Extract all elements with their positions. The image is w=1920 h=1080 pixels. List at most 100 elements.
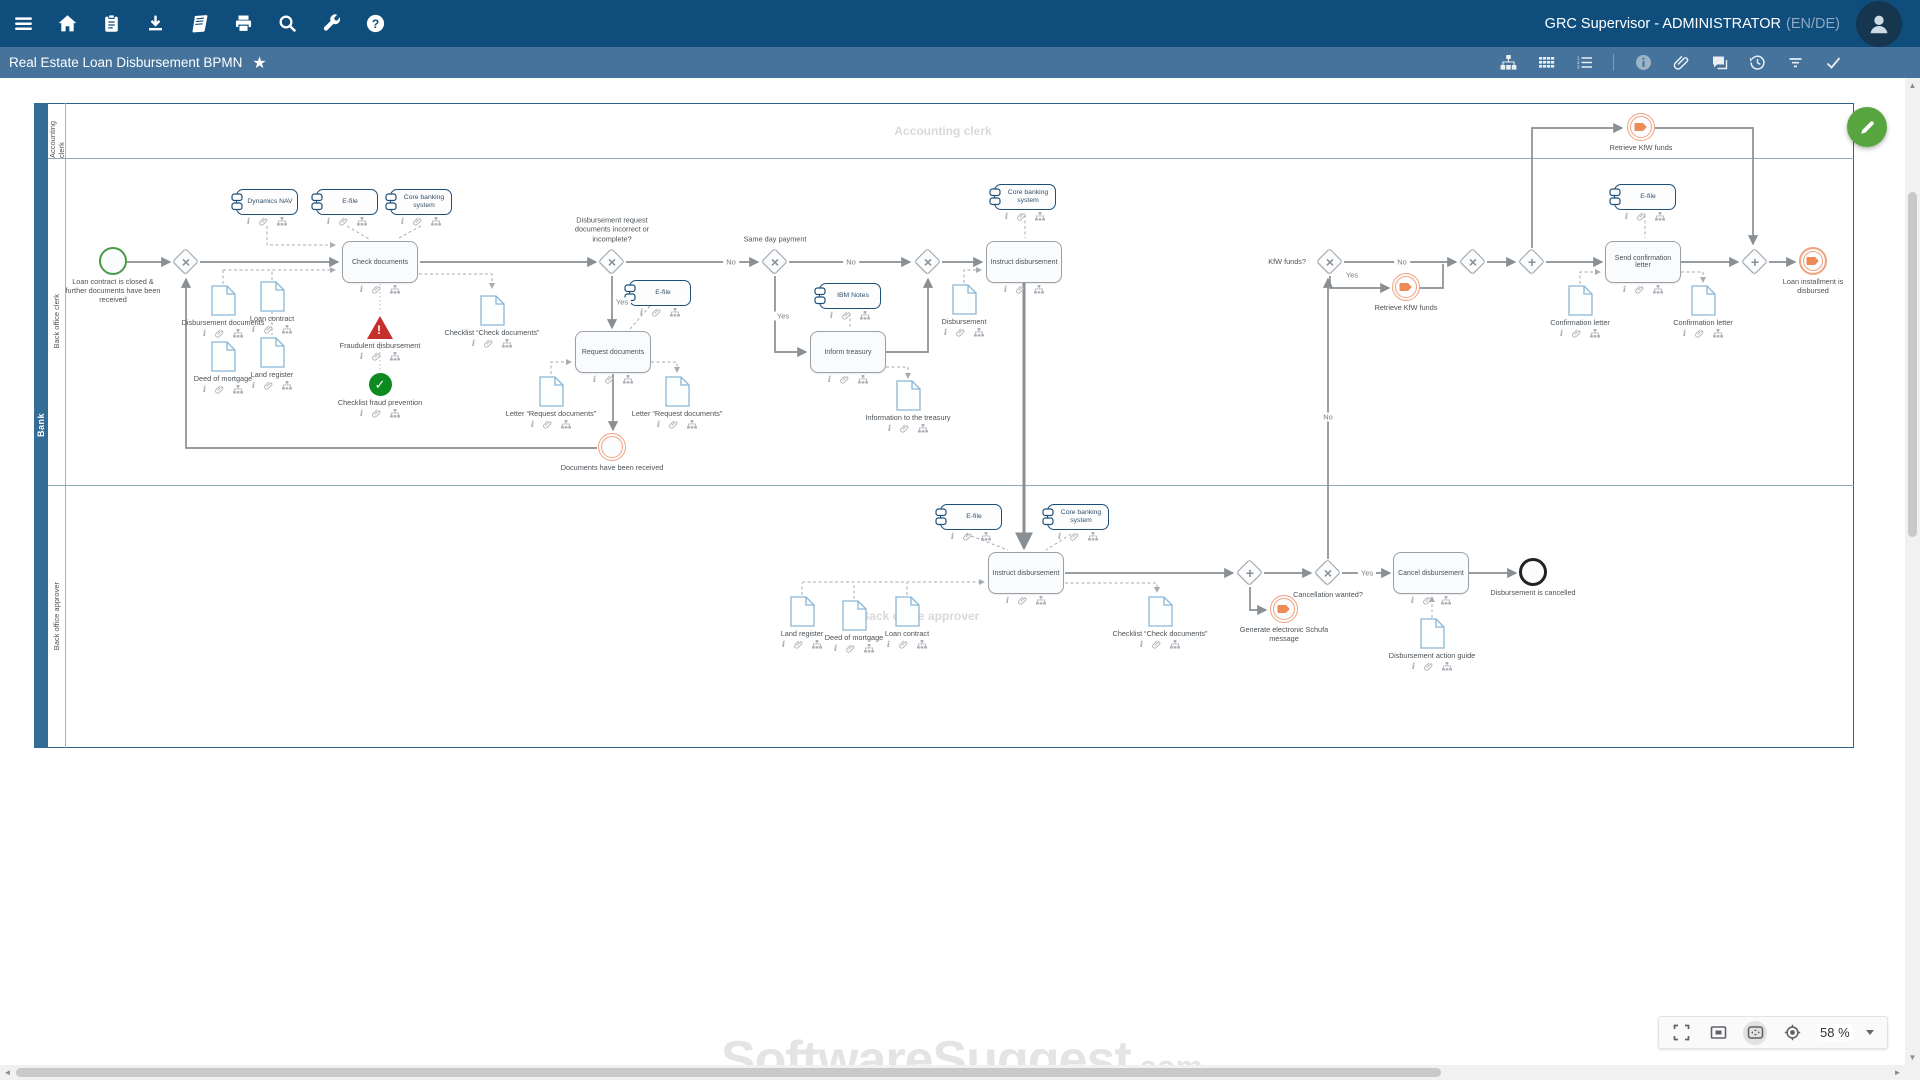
hierarchy-icon[interactable] [1035, 212, 1046, 221]
focus-icon[interactable] [1780, 1021, 1804, 1045]
hierarchy-icon[interactable] [860, 311, 871, 320]
zoom-level[interactable]: 58 % [1817, 1024, 1853, 1041]
bpmn-gateway-x[interactable]: × [761, 248, 789, 276]
hierarchy-icon[interactable] [1170, 640, 1181, 649]
info-icon[interactable]: i [360, 285, 363, 295]
hierarchy-icon[interactable] [918, 424, 929, 433]
attachment-icon[interactable] [413, 217, 422, 226]
avatar[interactable] [1856, 1, 1902, 47]
horizontal-scrollbar[interactable]: ◄ ► [0, 1065, 1920, 1080]
bpmn-system[interactable]: E-file i [311, 189, 378, 227]
intermediate-event-circle[interactable] [598, 433, 626, 461]
bpmn-gateway-x[interactable]: × [914, 248, 942, 276]
hierarchy-icon[interactable] [974, 328, 985, 337]
bpmn-data-object[interactable]: Checklist “Check documents” i [442, 295, 542, 349]
info-icon[interactable]: i [327, 217, 330, 227]
bpmn-data-object[interactable]: Confirmation letter i [1530, 285, 1630, 339]
bpmn-system[interactable]: Core banking system i [1042, 504, 1109, 542]
hierarchy-icon[interactable] [561, 420, 572, 429]
info-icon[interactable]: i [887, 640, 890, 650]
lane-header-accounting-clerk[interactable]: Accounting clerk [48, 103, 66, 158]
tasks-icon[interactable] [100, 13, 122, 35]
bpmn-system[interactable]: E-file i [624, 280, 691, 318]
bpmn-gateway-x[interactable]: × [1316, 248, 1344, 276]
info-icon[interactable]: i [782, 640, 785, 650]
bpmn-data-object[interactable]: Checklist “Check documents” i [1110, 596, 1210, 650]
hierarchy-icon[interactable] [1036, 596, 1047, 605]
attachment-icon[interactable] [484, 339, 493, 348]
bpmn-gateway-x[interactable]: × [1314, 559, 1342, 587]
bpmn-gateway-x[interactable]: × [598, 248, 626, 276]
bpmn-data-object[interactable]: Loan contract i [857, 596, 957, 650]
info-icon[interactable]: i [531, 420, 534, 430]
hierarchy-icon[interactable] [1655, 212, 1666, 221]
attachment-icon[interactable] [652, 308, 661, 317]
bpmn-system[interactable]: Dynamics NAV i [231, 189, 298, 227]
hierarchy-icon[interactable] [1442, 662, 1453, 671]
info-icon[interactable]: i [1058, 532, 1061, 542]
hierarchy-icon[interactable] [670, 308, 681, 317]
pool-header[interactable]: Bank [34, 103, 48, 748]
bpmn-system[interactable]: E-file i [1609, 184, 1676, 222]
info-icon[interactable]: i [1412, 662, 1415, 672]
hierarchy-icon[interactable] [1088, 532, 1099, 541]
task-box[interactable]: Check documents [342, 241, 418, 283]
attachment-icon[interactable] [1070, 532, 1079, 541]
edit-button[interactable] [1847, 107, 1887, 147]
bpmn-gateway-plus[interactable]: + [1518, 248, 1546, 276]
info-icon[interactable]: i [1140, 640, 1143, 650]
bpmn-task[interactable]: Inform treasury i [810, 331, 886, 385]
hierarchy-icon[interactable] [390, 409, 401, 418]
info-icon[interactable]: i [1411, 596, 1414, 606]
attachment-icon[interactable] [372, 352, 381, 361]
bpmn-event[interactable]: Loan contract is closed & further docume… [65, 247, 161, 304]
attachment-icon[interactable] [605, 375, 614, 384]
bpmn-event[interactable]: Disbursement is cancelled [1473, 558, 1593, 597]
task-box[interactable]: Request documents [575, 331, 651, 373]
hierarchy-icon[interactable] [687, 420, 698, 429]
attachment-icon[interactable] [840, 375, 849, 384]
bpmn-event[interactable]: Generate electronic Schufa message [1237, 595, 1331, 643]
bpmn-task[interactable]: Instruct disbursement i [988, 552, 1064, 606]
hierarchy-icon[interactable] [282, 325, 293, 334]
hierarchy-icon[interactable] [1590, 329, 1601, 338]
intermediate-event-circle[interactable] [1392, 273, 1420, 301]
info-icon[interactable]: i [640, 308, 643, 318]
attachment-icon[interactable] [963, 532, 972, 541]
attachment-icon[interactable] [1637, 212, 1646, 221]
attachment-icon[interactable] [372, 409, 381, 418]
bpmn-artifact-check[interactable]: ✓ Checklist fraud prevention i [325, 373, 435, 419]
attachment-icon[interactable] [900, 424, 909, 433]
attachment-icon[interactable] [339, 217, 348, 226]
scroll-left-arrow[interactable]: ◄ [0, 1065, 15, 1080]
bpmn-system[interactable]: Core banking system i [989, 184, 1056, 222]
attachment-icon[interactable] [1018, 596, 1027, 605]
info-icon[interactable]: i [830, 311, 833, 321]
bpmn-system[interactable]: Core banking system i [385, 189, 452, 227]
intermediate-event-circle[interactable] [1627, 113, 1655, 141]
bpmn-gateway-x[interactable]: × [172, 248, 200, 276]
attachment-icon[interactable] [1672, 54, 1690, 72]
system-box[interactable]: Core banking system [385, 189, 452, 215]
warning-icon[interactable]: ! [367, 316, 393, 339]
hierarchy-icon[interactable] [282, 381, 293, 390]
system-box[interactable]: E-file [935, 504, 1002, 530]
info-icon[interactable]: i [1683, 329, 1686, 339]
bpmn-event[interactable]: Loan installment is disbursed [1770, 247, 1856, 295]
lane-header-back-office-clerk[interactable]: Back office clerk [48, 158, 66, 485]
attachment-icon[interactable] [1016, 285, 1025, 294]
attachment-icon[interactable] [1695, 329, 1704, 338]
scroll-right-arrow[interactable]: ► [1890, 1065, 1905, 1080]
hierarchy-icon[interactable] [431, 217, 442, 226]
vertical-scrollbar[interactable]: ▲ ▼ [1905, 78, 1920, 1065]
bpmn-gateway-x[interactable]: × [1459, 248, 1487, 276]
info-icon[interactable]: i [252, 325, 255, 335]
attachment-icon[interactable] [1423, 596, 1432, 605]
scroll-up-arrow[interactable]: ▲ [1905, 78, 1920, 93]
diagram-canvas[interactable]: Bank Accounting clerk Back office clerk … [0, 78, 1920, 1065]
system-box[interactable]: E-file [1609, 184, 1676, 210]
print-icon[interactable] [232, 13, 254, 35]
bpmn-data-object[interactable]: Disbursement action guide i [1382, 618, 1482, 672]
bpmn-data-object[interactable]: Letter “Request documents” i [501, 376, 601, 430]
bpmn-system[interactable]: E-file i [935, 504, 1002, 542]
